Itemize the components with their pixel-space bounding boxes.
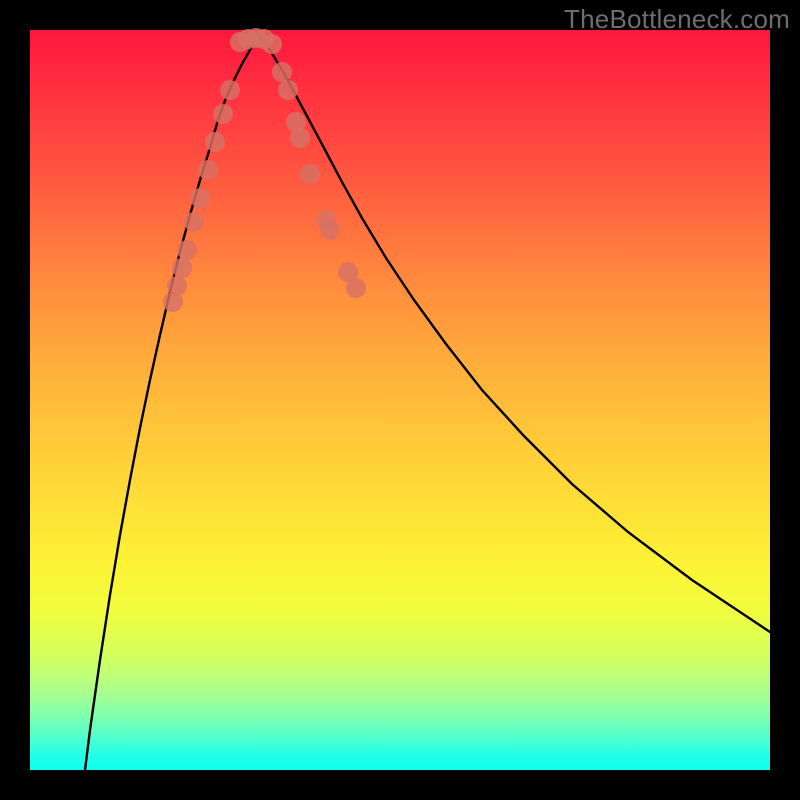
chart-frame: TheBottleneck.com (0, 0, 800, 800)
data-dot (167, 276, 187, 296)
data-dot (198, 160, 218, 180)
left-curve (85, 35, 258, 770)
data-dot (184, 212, 204, 232)
right-curve (258, 35, 770, 632)
data-dot (272, 62, 292, 82)
data-dot (300, 164, 320, 184)
data-dot (177, 240, 197, 260)
data-dot (190, 188, 210, 208)
data-dot (172, 258, 192, 278)
curve-layer (30, 30, 770, 770)
data-dot (320, 220, 340, 240)
watermark-text: TheBottleneck.com (564, 4, 790, 35)
plot-area (30, 30, 770, 770)
data-dot (262, 34, 282, 54)
data-dot (278, 80, 298, 100)
data-dot (290, 128, 310, 148)
data-dot (205, 132, 225, 152)
data-dot (213, 104, 233, 124)
data-dot (346, 278, 366, 298)
data-dot (220, 80, 240, 100)
